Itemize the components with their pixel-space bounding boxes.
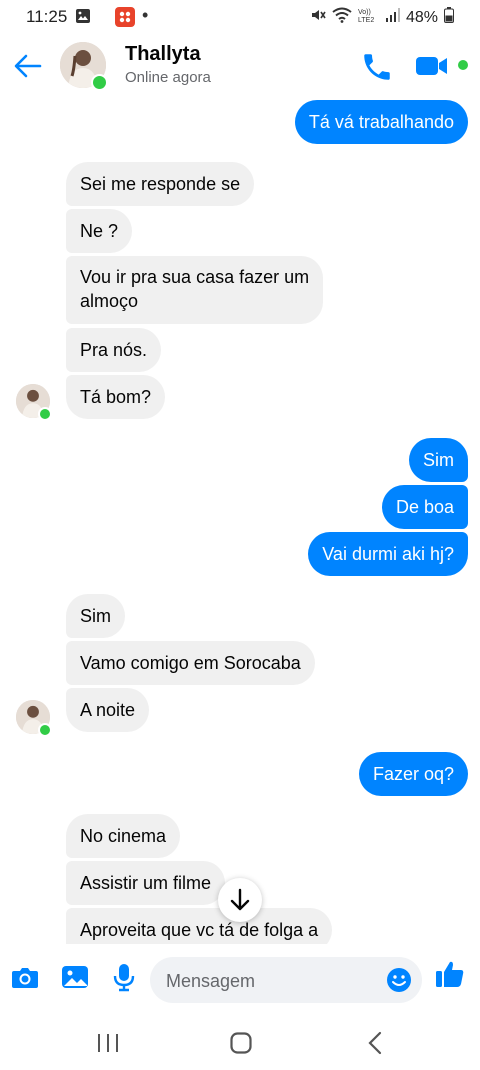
- message-incoming[interactable]: Vamo comigo em Sorocaba: [66, 641, 315, 685]
- message-list[interactable]: Tá vá trabalhando Sei me responde se Ne …: [0, 98, 480, 944]
- message-line: almoço: [80, 291, 139, 311]
- message-outgoing[interactable]: De boa: [381, 485, 468, 529]
- message-incoming[interactable]: Tá bom?: [66, 375, 166, 419]
- online-indicator: [91, 74, 108, 91]
- conversation-header: Thallyta Online agora: [0, 34, 480, 98]
- status-indicators: Vo)) LTE2 48%: [310, 7, 454, 28]
- status-bar: 11:25 • Vo)) LTE2 48%: [0, 0, 480, 34]
- home-icon[interactable]: [229, 1031, 253, 1060]
- online-indicator: [38, 407, 52, 421]
- contact-status: Online agora: [125, 69, 211, 86]
- message-input[interactable]: [164, 957, 378, 1005]
- app-notification-icon: [115, 7, 135, 32]
- video-icon[interactable]: [414, 50, 450, 82]
- thumbs-up-icon[interactable]: [434, 958, 466, 995]
- message-field[interactable]: [150, 957, 422, 1005]
- composer-bar: [0, 944, 480, 1016]
- message-outgoing[interactable]: Vai durmi aki hj?: [308, 532, 468, 576]
- active-call-indicator: [458, 60, 468, 70]
- system-navigation-bar: [0, 1016, 480, 1070]
- message-incoming[interactable]: Assistir um filme: [66, 861, 226, 905]
- scroll-to-bottom-button[interactable]: [218, 878, 262, 922]
- back-arrow-icon[interactable]: [12, 50, 44, 82]
- camera-icon[interactable]: [10, 962, 40, 997]
- message-incoming[interactable]: A noite: [66, 688, 150, 732]
- message-line: Vou ir pra sua casa fazer um: [80, 267, 310, 287]
- message-outgoing[interactable]: Sim: [409, 438, 468, 482]
- message-incoming[interactable]: Aproveita que vc tá de folga a: [66, 908, 333, 944]
- signal-icon: [385, 8, 400, 27]
- wifi-icon: [332, 7, 352, 28]
- battery-level: 48%: [405, 8, 438, 26]
- svg-text:LTE2: LTE2: [358, 17, 374, 23]
- message-incoming[interactable]: No cinema: [66, 814, 181, 858]
- emoji-icon[interactable]: [386, 967, 412, 993]
- message-outgoing[interactable]: Fazer oq?: [358, 752, 468, 796]
- online-indicator: [38, 723, 52, 737]
- svg-text:Vo)): Vo)): [358, 9, 371, 16]
- message-incoming[interactable]: Sim: [66, 594, 125, 638]
- arrow-down-icon: [230, 888, 250, 911]
- recent-apps-icon[interactable]: [96, 1032, 120, 1059]
- gallery-icon[interactable]: [60, 962, 90, 997]
- nav-back-icon[interactable]: [366, 1031, 386, 1060]
- status-dot: •: [142, 5, 149, 25]
- status-time: 11:25: [26, 7, 68, 26]
- message-outgoing[interactable]: Tá vá trabalhando: [294, 100, 468, 144]
- gallery-notification-icon: [75, 8, 91, 29]
- message-incoming[interactable]: Pra nós.: [66, 328, 162, 372]
- phone-icon[interactable]: [360, 50, 394, 84]
- lte-icon: Vo)) LTE2: [358, 7, 380, 28]
- message-incoming[interactable]: Vou ir pra sua casa fazer um almoço: [66, 256, 324, 324]
- mute-icon: [310, 7, 326, 28]
- message-incoming[interactable]: Sei me responde se: [66, 162, 255, 206]
- battery-icon: [444, 7, 454, 28]
- message-incoming[interactable]: Ne ?: [66, 209, 133, 253]
- microphone-icon[interactable]: [110, 962, 138, 997]
- contact-name[interactable]: Thallyta: [125, 43, 201, 66]
